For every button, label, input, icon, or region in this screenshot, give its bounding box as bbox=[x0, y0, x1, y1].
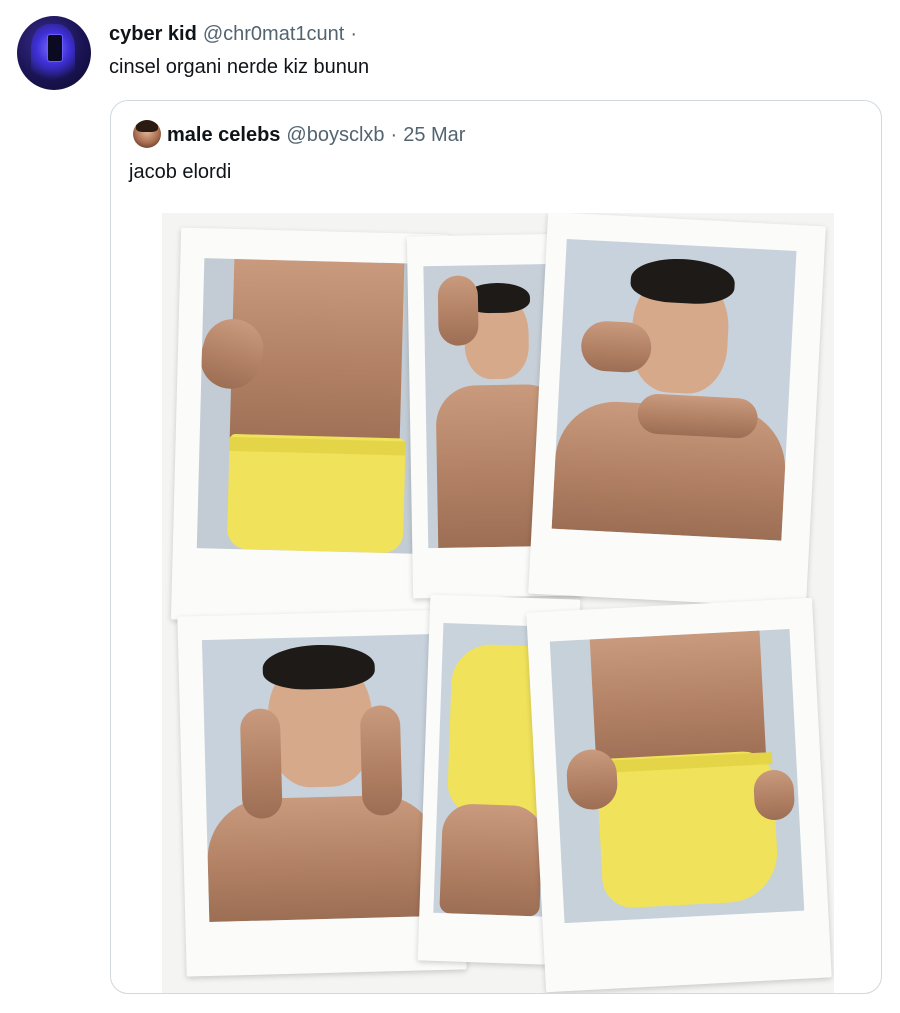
tweet: cyber kid @chr0mat1cunt · cinsel organi … bbox=[0, 0, 900, 1013]
quoted-tweet-header: male celebs @boysclxb · 25 Mar bbox=[167, 122, 465, 148]
quoted-header-separator: · bbox=[390, 123, 398, 146]
author-avatar[interactable] bbox=[17, 16, 91, 90]
quoted-tweet-text: jacob elordi bbox=[129, 161, 232, 183]
quoted-tweet-photo[interactable] bbox=[162, 213, 834, 993]
polaroid-1-image bbox=[196, 258, 425, 554]
polaroid-3-image bbox=[551, 238, 797, 541]
polaroid-4-image bbox=[201, 634, 442, 922]
quoted-author-avatar[interactable] bbox=[133, 120, 161, 148]
quoted-tweet[interactable]: male celebs @boysclxb · 25 Mar jacob elo… bbox=[110, 100, 882, 994]
polaroid-3 bbox=[528, 213, 826, 609]
polaroid-6 bbox=[526, 597, 832, 993]
quoted-author-handle[interactable]: @boysclxb bbox=[286, 124, 384, 147]
tweet-header: cyber kid @chr0mat1cunt · bbox=[109, 21, 357, 47]
polaroid-6-image bbox=[549, 628, 805, 924]
header-separator: · bbox=[350, 22, 357, 45]
quoted-tweet-date[interactable]: 25 Mar bbox=[403, 124, 465, 147]
avatar-phone bbox=[47, 34, 63, 62]
author-handle[interactable]: @chr0mat1cunt bbox=[203, 23, 344, 46]
author-display-name[interactable]: cyber kid bbox=[109, 23, 197, 46]
quoted-author-display-name[interactable]: male celebs bbox=[167, 124, 280, 147]
tweet-text: cinsel organi nerde kiz bunun bbox=[109, 56, 370, 78]
